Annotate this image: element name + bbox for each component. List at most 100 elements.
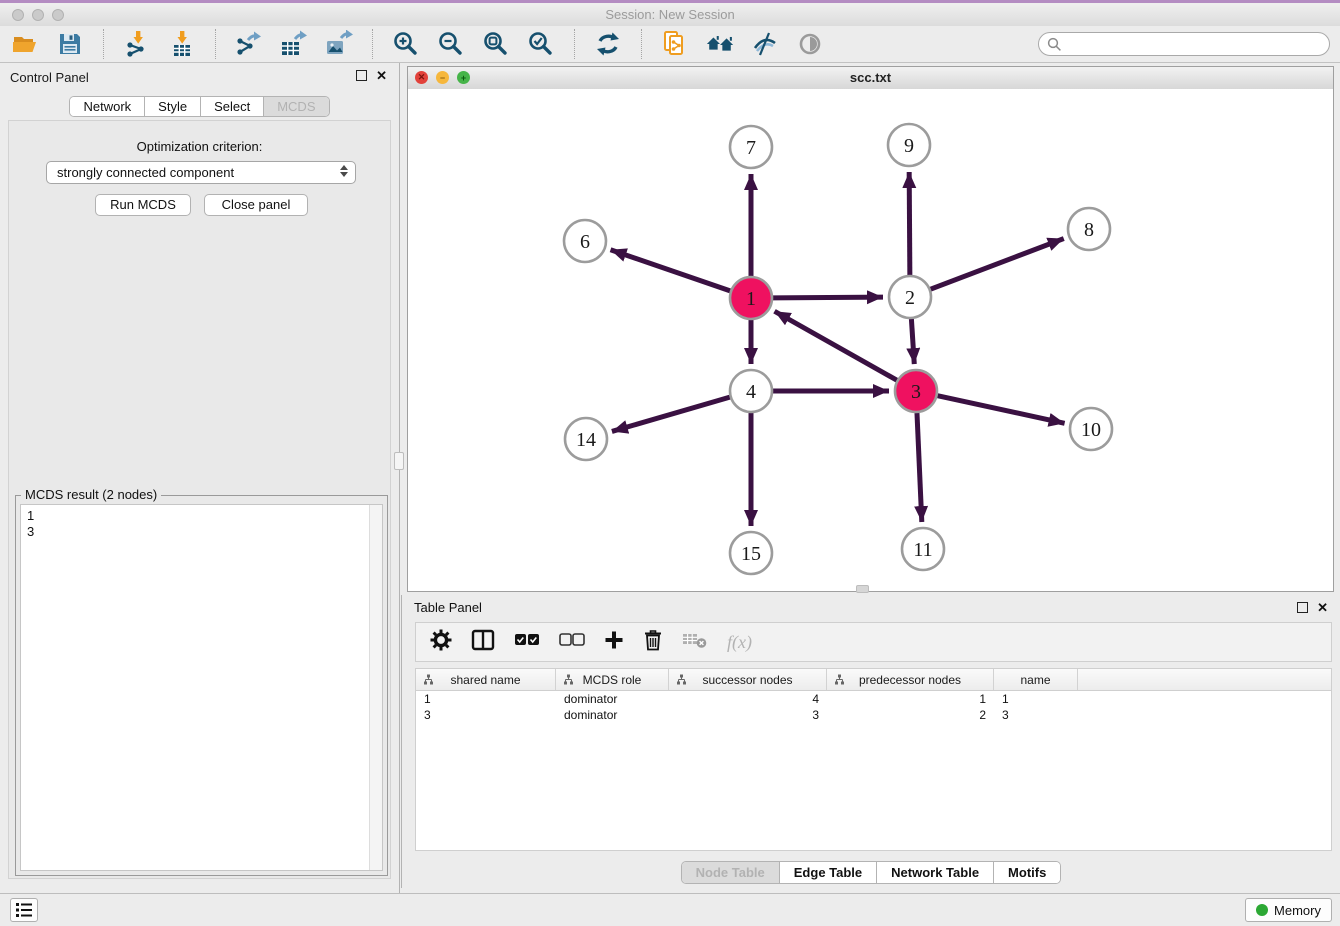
zoom-fit-button[interactable] (481, 29, 511, 59)
table-cell[interactable]: 1 (416, 691, 556, 707)
run-mcds-button[interactable]: Run MCDS (95, 194, 191, 216)
edge-1-2[interactable] (773, 297, 883, 298)
zoom-out-icon (437, 30, 465, 58)
network-window-title: scc.txt (408, 67, 1333, 89)
mcds-result-text[interactable]: 1 3 (21, 505, 369, 870)
edge-2-3[interactable] (911, 319, 914, 364)
task-history-button[interactable] (10, 898, 38, 922)
export-network-button[interactable] (234, 29, 264, 59)
apply-layout-button[interactable] (593, 29, 623, 59)
tab-node-table[interactable]: Node Table (682, 862, 780, 883)
node-15[interactable]: 15 (730, 532, 772, 574)
unselect-all-columns-button[interactable] (559, 633, 585, 652)
os-title-bar[interactable]: Session: New Session (0, 3, 1340, 27)
toolbar-separator (372, 29, 373, 59)
table-cell[interactable]: 3 (994, 707, 1078, 723)
table-cell[interactable]: 1 (827, 691, 994, 707)
edge-3-10[interactable] (937, 396, 1064, 424)
main-toolbar (0, 26, 1340, 63)
delete-table-button[interactable] (682, 631, 708, 654)
optimization-criterion-select[interactable]: strongly connected component (46, 161, 356, 184)
node-label: 11 (913, 539, 932, 561)
tab-style[interactable]: Style (145, 97, 201, 116)
column-header-successor-nodes[interactable]: successor nodes (669, 669, 827, 690)
table-cell[interactable]: dominator (556, 707, 669, 723)
node-8[interactable]: 8 (1068, 208, 1110, 250)
show-all-networks-button[interactable] (705, 29, 735, 59)
node-11[interactable]: 11 (902, 528, 944, 570)
table-settings-button[interactable] (430, 629, 452, 656)
open-session-button[interactable] (10, 29, 40, 59)
node-4[interactable]: 4 (730, 370, 772, 412)
node-label: 9 (904, 135, 914, 157)
edge-4-14[interactable] (612, 397, 730, 431)
vertical-splitter-handle[interactable] (394, 452, 404, 470)
import-table-button[interactable] (167, 29, 197, 59)
float-panel-icon[interactable] (356, 70, 367, 81)
node-6[interactable]: 6 (564, 220, 606, 262)
zoom-selected-button[interactable] (526, 29, 556, 59)
tab-network-table[interactable]: Network Table (877, 862, 994, 883)
column-header-shared-name[interactable]: shared name (416, 669, 556, 690)
tab-select[interactable]: Select (201, 97, 264, 116)
table-row[interactable]: 3dominator323 (416, 707, 1331, 723)
select-all-columns-button[interactable] (514, 633, 540, 652)
table-cell[interactable]: 3 (416, 707, 556, 723)
mcds-result-group-title: MCDS result (2 nodes) (21, 487, 161, 502)
node-2[interactable]: 2 (889, 276, 931, 318)
save-disk-icon (57, 31, 83, 57)
eye-slash-icon (751, 31, 779, 57)
table-row[interactable]: 1dominator411 (416, 691, 1331, 707)
table-cell[interactable]: dominator (556, 691, 669, 707)
network-window-titlebar[interactable]: ✕ − + scc.txt (408, 67, 1333, 90)
tab-motifs[interactable]: Motifs (994, 862, 1060, 883)
node-9[interactable]: 9 (888, 124, 930, 166)
unchecked-boxes-icon (559, 633, 585, 647)
node-7[interactable]: 7 (730, 126, 772, 168)
tab-network[interactable]: Network (70, 97, 145, 116)
edge-2-9[interactable] (909, 172, 910, 275)
float-panel-icon[interactable] (1297, 602, 1308, 613)
zoom-out-button[interactable] (436, 29, 466, 59)
tab-mcds[interactable]: MCDS (264, 97, 328, 116)
export-table-button[interactable] (279, 29, 309, 59)
network-canvas[interactable]: 7 9 6 8 1 2 4 3 14 10 15 11 (408, 89, 1333, 591)
function-builder-button[interactable]: f(x) (727, 632, 752, 653)
node-14[interactable]: 14 (565, 418, 607, 460)
delete-columns-button[interactable] (643, 629, 663, 656)
edge-3-11[interactable] (917, 413, 922, 522)
edge-2-8[interactable] (931, 239, 1064, 290)
show-column-panel-button[interactable] (471, 629, 495, 656)
node-3[interactable]: 3 (895, 370, 937, 412)
zoom-in-button[interactable] (391, 29, 421, 59)
search-input[interactable] (1067, 36, 1321, 53)
edge-1-6[interactable] (611, 250, 731, 291)
toolbar-separator (574, 29, 575, 59)
search-field[interactable] (1038, 32, 1330, 56)
column-header-name[interactable]: name (994, 669, 1078, 690)
column-header-predecessor-nodes[interactable]: predecessor nodes (827, 669, 994, 690)
trash-icon (643, 629, 663, 651)
table-cell[interactable]: 1 (994, 691, 1078, 707)
horizontal-splitter-handle[interactable] (856, 585, 869, 593)
node-10[interactable]: 10 (1070, 408, 1112, 450)
hide-graphics-details-button[interactable] (750, 29, 780, 59)
column-header-MCDS-role[interactable]: MCDS role (556, 669, 669, 690)
close-panel-icon[interactable]: ✕ (1317, 601, 1328, 614)
birds-eye-view-button[interactable] (795, 29, 825, 59)
close-panel-button[interactable]: Close panel (204, 194, 308, 216)
mcds-result-scrollbar[interactable] (369, 505, 382, 870)
memory-button[interactable]: Memory (1245, 898, 1332, 922)
tab-edge-table[interactable]: Edge Table (780, 862, 877, 883)
save-session-button[interactable] (55, 29, 85, 59)
export-image-button[interactable] (324, 29, 354, 59)
edge-3-1[interactable] (775, 311, 897, 380)
table-cell[interactable]: 3 (669, 707, 827, 723)
table-cell[interactable]: 4 (669, 691, 827, 707)
table-cell[interactable]: 2 (827, 707, 994, 723)
close-panel-icon[interactable]: ✕ (376, 69, 387, 82)
clone-network-button[interactable] (660, 29, 690, 59)
create-column-button[interactable] (604, 630, 624, 655)
import-network-button[interactable] (122, 29, 152, 59)
node-1[interactable]: 1 (730, 277, 772, 319)
